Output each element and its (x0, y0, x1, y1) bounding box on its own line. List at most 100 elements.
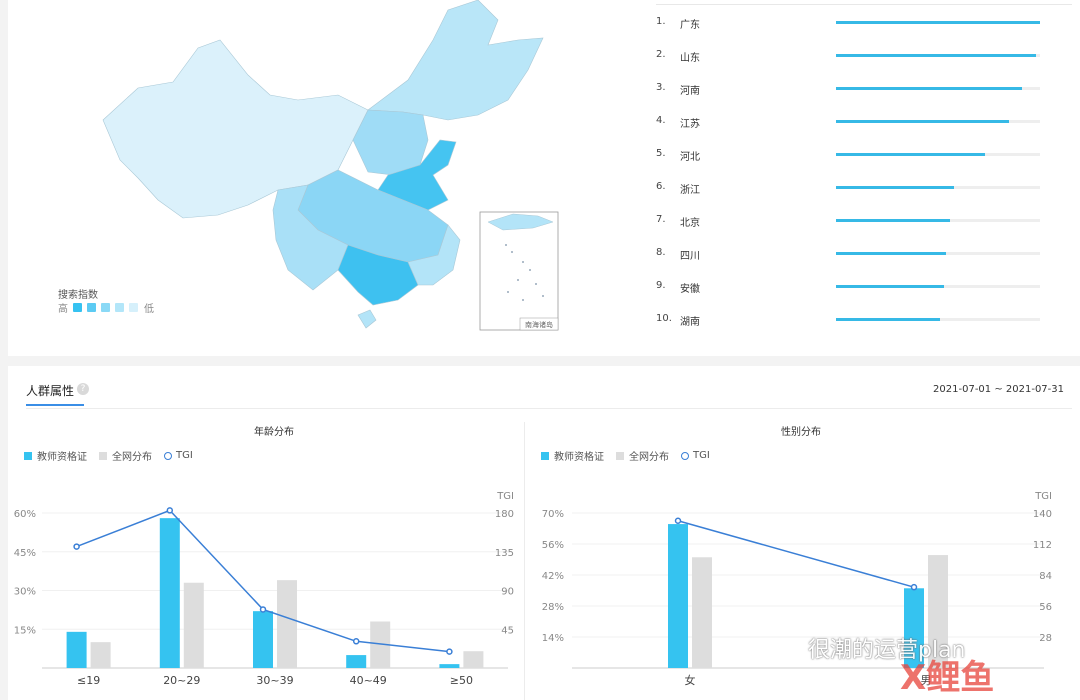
map-legend-high: 高 (58, 304, 68, 315)
tgi-point (352, 638, 360, 645)
ranking-number: 3. (656, 82, 666, 93)
tgi-point (259, 606, 267, 613)
ranking-number: 8. (656, 247, 666, 258)
ranking-row[interactable]: 7. 北京 (656, 210, 1076, 230)
ranking-divider (656, 4, 1072, 5)
map-region-north[interactable] (352, 109, 429, 176)
ranking-row[interactable]: 1. 广东 (656, 12, 1076, 32)
y2-tick-label: 135 (495, 548, 514, 559)
ranking-bar (836, 21, 1040, 24)
ranking-row[interactable]: 8. 四川 (656, 243, 1076, 263)
x-tick-label: ≥50 (450, 674, 473, 687)
tgi-point (446, 648, 453, 655)
x-tick-label: 女 (685, 673, 696, 687)
tgi-line (677, 520, 915, 588)
gender-chart: 14% 2828% 5642% 8456% 11270% 140TGI女男 (542, 491, 1052, 687)
map-inset-label: 南海诸岛 (525, 320, 553, 329)
ranking-province: 湖南 (680, 317, 700, 328)
ranking-bar-track (836, 285, 1040, 288)
ranking-number: 9. (656, 280, 666, 291)
map-region-hainan[interactable] (357, 309, 377, 329)
ranking-number: 5. (656, 148, 666, 159)
map-legend-swatch (101, 303, 110, 312)
age-chart: 15% 45 30% 90 45% 135 60% 180 TGI ≤19 20~29 30~39 40… (14, 491, 514, 687)
ranking-row[interactable]: 5. 河北 (656, 144, 1076, 164)
region-panel: 南海诸岛 搜索指数 高 低 1. 广东 2. 山东 3. 河南 4. 江苏 5. 河北 6. 浙江 7.… (8, 0, 1080, 356)
map-inset-box (479, 211, 559, 331)
ranking-province: 河南 (680, 86, 700, 97)
ranking-province: 四川 (680, 251, 700, 262)
watermark-logo: X鲤鱼 (900, 658, 995, 698)
x-tick-label: 40~49 (350, 674, 387, 687)
ranking-row[interactable]: 4. 江苏 (656, 111, 1076, 131)
y2-tick-label: 90 (501, 587, 514, 598)
y-tick-label: 70% (542, 509, 564, 520)
ranking-row[interactable]: 6. 浙江 (656, 177, 1076, 197)
ranking-bar (836, 153, 985, 156)
ranking-bar (836, 252, 947, 255)
y2-axis-title: TGI (496, 491, 514, 502)
map-legend-low: 低 (144, 304, 154, 315)
y-tick-label: 42% (542, 571, 564, 582)
map-legend: 高 低 (58, 300, 154, 315)
ranking-bar (836, 87, 1022, 90)
ranking-bar (836, 285, 945, 288)
bar-all-network (90, 642, 111, 668)
ranking-number: 4. (656, 115, 666, 126)
map-legend-swatch (73, 303, 82, 312)
y2-tick-label: 56 (1039, 602, 1052, 613)
ranking-bar-track (836, 87, 1040, 90)
map-legend-swatch (129, 303, 138, 312)
ranking-bar-track (836, 21, 1040, 24)
ranking-row[interactable]: 3. 河南 (656, 78, 1076, 98)
ranking-number: 10. (656, 313, 672, 324)
ranking-bar-track (836, 54, 1040, 57)
ranking-row[interactable]: 10. 湖南 (656, 309, 1076, 329)
ranking-bar-track (836, 120, 1040, 123)
ranking-number: 2. (656, 49, 666, 60)
y2-axis-title: TGI (1034, 491, 1052, 502)
ranking-bar (836, 54, 1036, 57)
y2-tick-label: 28 (1039, 633, 1052, 644)
tgi-point (166, 507, 174, 514)
ranking-number: 6. (656, 181, 666, 192)
ranking-province: 安徽 (680, 284, 700, 295)
ranking-province: 北京 (680, 218, 700, 229)
ranking-bar-track (836, 153, 1040, 156)
x-tick-label: ≤19 (77, 674, 100, 687)
ranking-province: 浙江 (680, 185, 700, 196)
y2-tick-label: 112 (1033, 540, 1052, 551)
ranking-bar-track (836, 318, 1040, 321)
ranking-number: 1. (656, 16, 666, 27)
ranking-bar (836, 120, 1010, 123)
ranking-row[interactable]: 9. 安徽 (656, 276, 1076, 296)
y-tick-label: 14% (542, 633, 564, 644)
map-legend-swatch (87, 303, 96, 312)
ranking-bar (836, 186, 955, 189)
ranking-bar-track (836, 252, 1040, 255)
ranking-bar-track (836, 186, 1040, 189)
y2-tick-label: 84 (1039, 571, 1052, 582)
ranking-row[interactable]: 2. 山东 (656, 45, 1076, 65)
ranking-province: 广东 (680, 20, 700, 31)
bar-all-network (277, 580, 297, 668)
y-tick-label: 15% (14, 625, 36, 636)
bar-teacher-cert (253, 611, 273, 668)
y-tick-label: 30% (14, 587, 36, 598)
ranking-province: 江苏 (680, 119, 700, 130)
y-tick-label: 28% (542, 602, 564, 613)
map-region-northeast[interactable] (367, 0, 544, 121)
ranking-province: 山东 (680, 53, 700, 64)
y-tick-label: 45% (14, 548, 36, 559)
y2-tick-label: 45 (501, 625, 514, 636)
y2-tick-label: 140 (1033, 509, 1052, 520)
bar-teacher-cert (668, 524, 688, 668)
x-tick-label: 20~29 (163, 674, 200, 687)
bar-teacher-cert (346, 655, 367, 668)
y-tick-label: 60% (14, 509, 36, 520)
tgi-point (674, 517, 682, 524)
map-legend-swatch (115, 303, 124, 312)
ranking-bar-track (836, 219, 1040, 222)
bar-teacher-cert (66, 631, 87, 668)
bar-all-network (463, 651, 484, 668)
